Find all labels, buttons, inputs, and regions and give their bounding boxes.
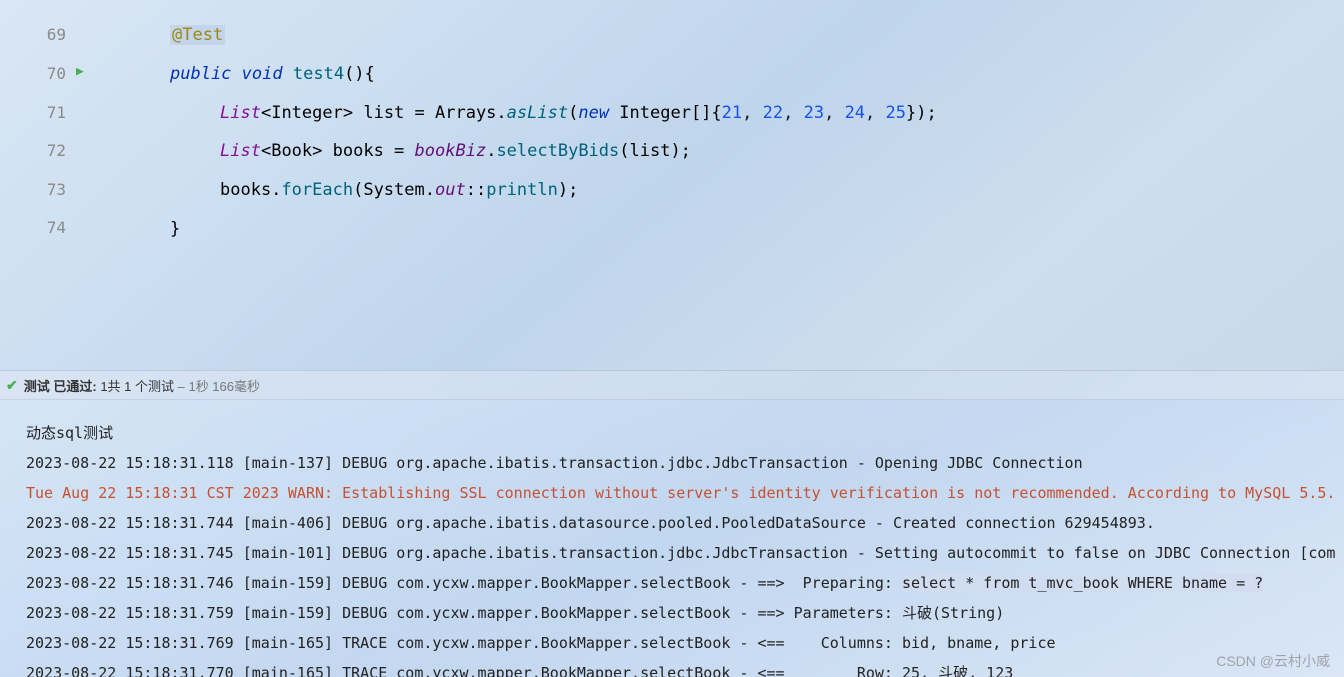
test-pass-icon: ✔ bbox=[6, 377, 18, 394]
watermark: CSDN @云村小威 bbox=[1216, 651, 1330, 671]
console-title: 动态sql测试 bbox=[26, 418, 1344, 448]
code-line-73[interactable]: books.forEach(System.out::println); bbox=[220, 171, 578, 210]
test-status-bar: ✔ 测试 已通过: 1共 1 个测试 – 1秒 166毫秒 bbox=[0, 370, 1344, 400]
test-status-text: 测试 已通过: 1共 1 个测试 – 1秒 166毫秒 bbox=[24, 376, 260, 395]
line-number: 73 bbox=[36, 180, 66, 199]
code-line-69[interactable]: @Test bbox=[170, 16, 225, 55]
gutter: 69 70 ▶ 71 72 73 74 bbox=[0, 0, 100, 370]
console-line: 2023-08-22 15:18:31.759 [main-159] DEBUG… bbox=[26, 598, 1344, 628]
console-output[interactable]: 动态sql测试 2023-08-22 15:18:31.118 [main-13… bbox=[0, 400, 1344, 677]
code-line-72[interactable]: List<Book> books = bookBiz.selectByBids(… bbox=[220, 132, 691, 171]
console-line-sql: 2023-08-22 15:18:31.746 [main-159] DEBUG… bbox=[26, 568, 1344, 598]
console-line: 2023-08-22 15:18:31.770 [main-165] TRACE… bbox=[26, 658, 1344, 677]
code-editor[interactable]: 69 70 ▶ 71 72 73 74 @Test public void te… bbox=[0, 0, 1344, 370]
line-number: 70 bbox=[36, 64, 66, 83]
code-line-71[interactable]: List<Integer> list = Arrays.asList(new I… bbox=[220, 94, 937, 133]
code-line-70[interactable]: public void test4(){ bbox=[170, 55, 375, 94]
console-line-warn: Tue Aug 22 15:18:31 CST 2023 WARN: Estab… bbox=[26, 478, 1344, 508]
console-line: 2023-08-22 15:18:31.745 [main-101] DEBUG… bbox=[26, 538, 1344, 568]
console-line: 2023-08-22 15:18:31.744 [main-406] DEBUG… bbox=[26, 508, 1344, 538]
code-line-74[interactable]: } bbox=[170, 210, 180, 249]
line-number: 74 bbox=[36, 218, 66, 237]
line-number: 72 bbox=[36, 141, 66, 160]
line-number: 71 bbox=[36, 103, 66, 122]
console-line: 2023-08-22 15:18:31.769 [main-165] TRACE… bbox=[26, 628, 1344, 658]
run-test-icon[interactable]: ▶ bbox=[76, 64, 92, 80]
console-line: 2023-08-22 15:18:31.118 [main-137] DEBUG… bbox=[26, 448, 1344, 478]
line-number: 69 bbox=[36, 25, 66, 44]
